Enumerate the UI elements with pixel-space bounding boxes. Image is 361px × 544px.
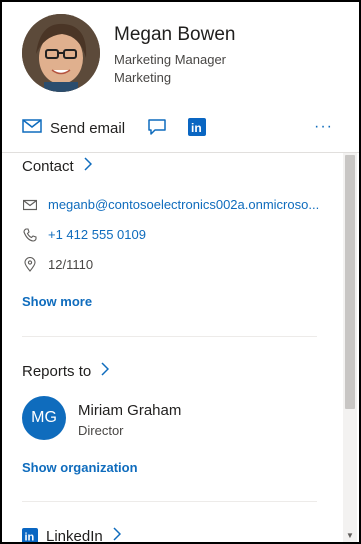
email-link[interactable]: meganb@contosoelectronics002a.onmicroso.… bbox=[48, 197, 319, 212]
linkedin-icon: in bbox=[188, 118, 206, 141]
svg-text:in: in bbox=[191, 121, 202, 135]
contact-email-row: meganb@contosoelectronics002a.onmicroso.… bbox=[22, 197, 319, 212]
details-scroll-area: Contact meganb@contosoelectronics002a.on… bbox=[2, 153, 343, 542]
scroll-down-arrow-icon[interactable]: ▼ bbox=[346, 531, 354, 540]
reports-to-title: Reports to bbox=[22, 362, 92, 380]
action-bar: Send email in ··· bbox=[2, 112, 359, 148]
contact-office-row: 12/1110 bbox=[22, 257, 93, 272]
manager-name[interactable]: Miriam Graham bbox=[78, 402, 181, 419]
person-department: Marketing bbox=[114, 70, 172, 85]
contact-title: Contact bbox=[22, 157, 74, 175]
manager-job-title: Director bbox=[78, 423, 124, 438]
send-email-button[interactable]: Send email bbox=[22, 118, 125, 139]
section-divider bbox=[22, 501, 317, 502]
linkedin-icon: in bbox=[22, 528, 38, 542]
section-divider bbox=[22, 336, 317, 337]
chat-icon bbox=[147, 118, 167, 141]
profile-photo bbox=[22, 14, 100, 92]
chevron-right-icon bbox=[101, 362, 110, 380]
show-organization-link[interactable]: Show organization bbox=[22, 460, 138, 475]
linkedin-button[interactable]: in bbox=[188, 118, 206, 141]
profile-header: Megan Bowen Marketing Manager Marketing bbox=[2, 2, 359, 102]
mail-icon bbox=[22, 118, 42, 139]
send-email-label: Send email bbox=[50, 120, 126, 137]
more-options-button[interactable]: ··· bbox=[314, 118, 333, 136]
vertical-scrollbar[interactable]: ▼ bbox=[343, 153, 357, 542]
person-job-title: Marketing Manager bbox=[114, 52, 226, 67]
phone-icon bbox=[22, 227, 38, 242]
manager-avatar[interactable]: MG bbox=[22, 396, 66, 440]
chevron-right-icon bbox=[113, 527, 121, 542]
contact-phone-row: +1 412 555 0109 bbox=[22, 227, 146, 242]
phone-link[interactable]: +1 412 555 0109 bbox=[48, 227, 146, 242]
linkedin-badge-text: in bbox=[25, 532, 35, 543]
chat-button[interactable] bbox=[147, 118, 167, 141]
mail-icon bbox=[22, 199, 38, 211]
profile-card: Megan Bowen Marketing Manager Marketing … bbox=[2, 2, 359, 542]
person-name: Megan Bowen bbox=[114, 24, 236, 45]
scrollbar-thumb[interactable] bbox=[345, 155, 355, 409]
linkedin-title: LinkedIn bbox=[46, 527, 103, 543]
office-location: 12/1110 bbox=[48, 257, 94, 272]
reports-to-section-header[interactable]: Reports to bbox=[22, 362, 110, 380]
chevron-right-icon bbox=[84, 157, 92, 175]
linkedin-section-header[interactable]: in LinkedIn bbox=[22, 527, 121, 542]
location-icon bbox=[22, 257, 38, 272]
contact-section-header[interactable]: Contact bbox=[22, 157, 92, 175]
show-more-link[interactable]: Show more bbox=[22, 294, 92, 309]
